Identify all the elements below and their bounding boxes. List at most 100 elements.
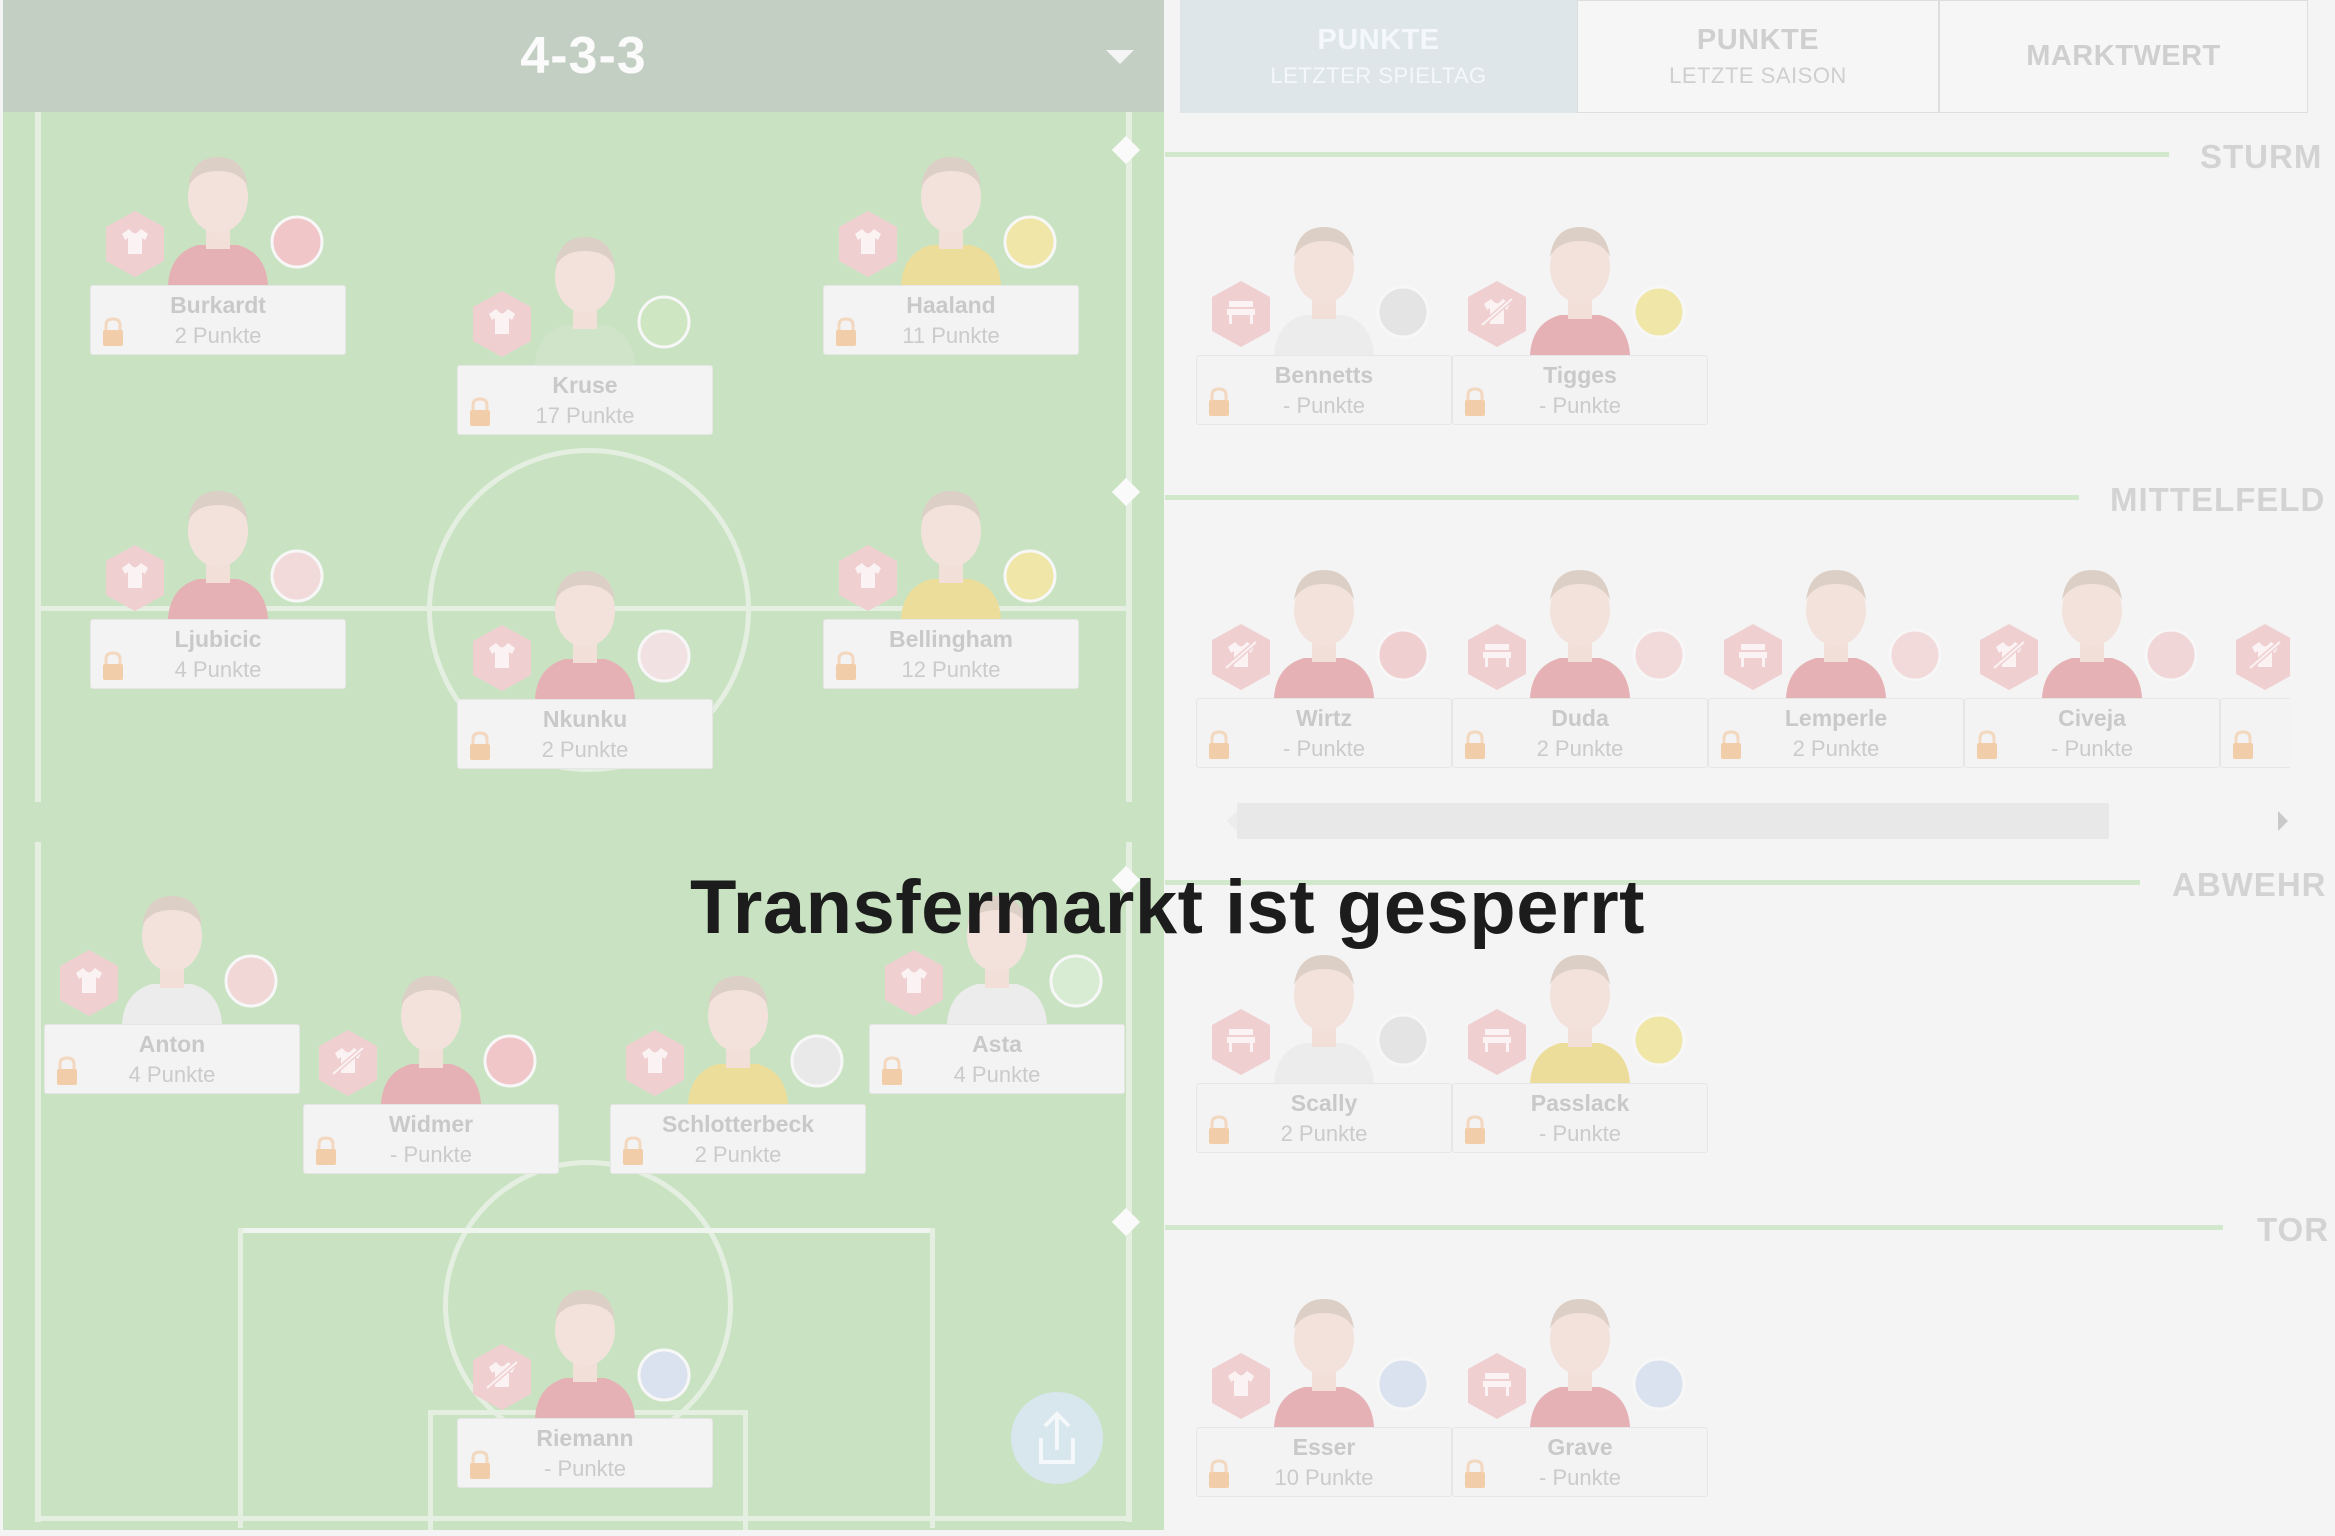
lineup-player[interactable]: Riemann - Punkte [457,1268,713,1488]
player-photo [881,469,1021,619]
bench-icon [1722,622,1784,692]
lineup-player[interactable]: Nkunku 2 Punkte [457,549,713,769]
share-button[interactable] [1011,1392,1103,1484]
lineup-player[interactable]: Asta 4 Punkte [869,874,1125,1094]
tab-title: PUNKTE [1696,24,1820,56]
club-crest-icon [2142,626,2200,684]
crossed-shirt-icon [2234,622,2290,692]
club-crest-icon [1630,626,1688,684]
penalty-box-top [238,1228,935,1233]
tab-punkte-letzter-spieltag[interactable]: PUNKTE LETZTER SPIELTAG [1180,0,1577,113]
bench-player[interactable]: Civeja - Punkte [1964,548,2220,768]
bench-player[interactable]: Grave - Punkte [1452,1277,1708,1497]
formation-selector[interactable]: 4-3-3 [3,0,1164,112]
section-divider [1165,1225,2223,1230]
player-card[interactable]: Bellingham 12 Punkte [823,619,1079,689]
player-name: Anton [138,1031,206,1057]
player-photo [1254,1277,1394,1427]
bench-player[interactable]: Bennetts - Punkte [1196,205,1452,425]
lock-icon [1718,729,1744,761]
bench-icon [1466,1007,1528,1077]
lineup-player[interactable]: Bellingham 12 Punkte [823,469,1079,689]
player-points: - Punkte [1539,393,1621,418]
bench-player[interactable]: Scally 2 Punkte [1196,933,1452,1153]
lock-icon [1206,386,1232,418]
scrollbar-thumb[interactable] [1237,803,2109,839]
lock-icon [467,1449,493,1481]
player-card[interactable]: Tigges - Punkte [1452,355,1708,425]
player-card[interactable]: Schlotterbeck 2 Punkte [610,1104,866,1174]
player-card[interactable]: Nkunku 2 Punkte [457,699,713,769]
player-points: - Punkte [1283,736,1365,761]
shirt-icon [837,209,899,279]
player-card[interactable]: Burkardt 2 Punkte [90,285,346,355]
shirt-icon [837,543,899,613]
player-card[interactable]: Asta 4 Punkte [869,1024,1125,1094]
player-name: Schlotterbeck [661,1111,815,1137]
player-card[interactable]: Duda 2 Punkte [1452,698,1708,768]
bench-player[interactable]: Passlack - Punkte [1452,933,1708,1153]
player-card[interactable]: Esser 10 Punkte [1196,1427,1452,1497]
lineup-player[interactable]: Kruse 17 Punkte [457,215,713,435]
scroll-right-icon[interactable] [2276,810,2290,832]
player-card[interactable]: Widmer - Punkte [303,1104,559,1174]
club-crest-icon [635,1346,693,1404]
player-points: 2 Punkte [541,737,629,762]
player-card[interactable]: Anton 4 Punkte [44,1024,300,1094]
pitch-marker [1111,477,1141,507]
player-card[interactable]: Bennetts - Punkte [1196,355,1452,425]
lineup-player[interactable]: Widmer - Punkte [303,954,559,1174]
bench-player[interactable]: Esser 10 Punkte [1196,1277,1452,1497]
tab-marktwert[interactable]: MARKTWERT [1939,0,2308,113]
player-points: - Punkte [1539,1465,1621,1490]
player-card[interactable]: Passlack - Punkte [1452,1083,1708,1153]
lineup-player[interactable]: Burkardt 2 Punkte [90,135,346,355]
lineup-player[interactable]: Schlotterbeck 2 Punkte [610,954,866,1174]
player-card[interactable]: Grave - Punkte [1452,1427,1708,1497]
lineup-player[interactable]: Ljubicic 4 Punkte [90,469,346,689]
lock-icon [313,1135,339,1167]
lineup-player[interactable]: Anton 4 Punkte [44,874,300,1094]
tab-title: MARKTWERT [2026,40,2221,72]
player-photo [881,135,1021,285]
pitch-line-left-bottom [35,842,41,1522]
chevron-down-icon[interactable] [1106,50,1134,64]
bench-player[interactable]: Wirtz - Punkte [1196,548,1452,768]
tab-punkte-letzte-saison[interactable]: PUNKTE LETZTE SAISON [1577,0,1939,113]
lock-icon [54,1055,80,1087]
player-card[interactable]: Wirtz - Punkte [1196,698,1452,768]
bench-player[interactable]: Ja [2220,548,2290,768]
bench-player[interactable]: Duda 2 Punkte [1452,548,1708,768]
crossed-shirt-icon [471,1342,533,1412]
bench-player[interactable]: Tigges - Punkte [1452,205,1708,425]
player-name: Civeja [2058,705,2126,731]
lock-icon [467,396,493,428]
lock-icon [1206,729,1232,761]
club-crest-icon [1374,626,1432,684]
player-card[interactable]: Kruse 17 Punkte [457,365,713,435]
player-card[interactable]: Scally 2 Punkte [1196,1083,1452,1153]
club-crest-icon [1001,213,1059,271]
player-photo [515,1268,655,1418]
player-name: Scally [1290,1090,1358,1116]
player-card[interactable]: Civeja - Punkte [1964,698,2220,768]
lock-icon [1974,729,2000,761]
player-card[interactable]: Ljubicic 4 Punkte [90,619,346,689]
section-divider [1165,495,2079,500]
player-card[interactable]: Riemann - Punkte [457,1418,713,1488]
lock-icon [1462,1458,1488,1490]
pitch-marker [1111,135,1141,165]
lock-icon [2230,729,2256,761]
player-photo [668,954,808,1104]
lineup-player[interactable]: Haaland 11 Punkte [823,135,1079,355]
bench-icon [1210,1007,1272,1077]
shirt-icon [883,948,945,1018]
player-card[interactable]: Lemperle 2 Punkte [1708,698,1964,768]
player-card[interactable]: Haaland 11 Punkte [823,285,1079,355]
player-photo [361,954,501,1104]
player-card[interactable]: Ja [2220,698,2290,768]
bench-player[interactable]: Lemperle 2 Punkte [1708,548,1964,768]
player-name: Grave [1547,1434,1613,1460]
pitch-marker [1111,1207,1141,1237]
lock-icon [879,1055,905,1087]
